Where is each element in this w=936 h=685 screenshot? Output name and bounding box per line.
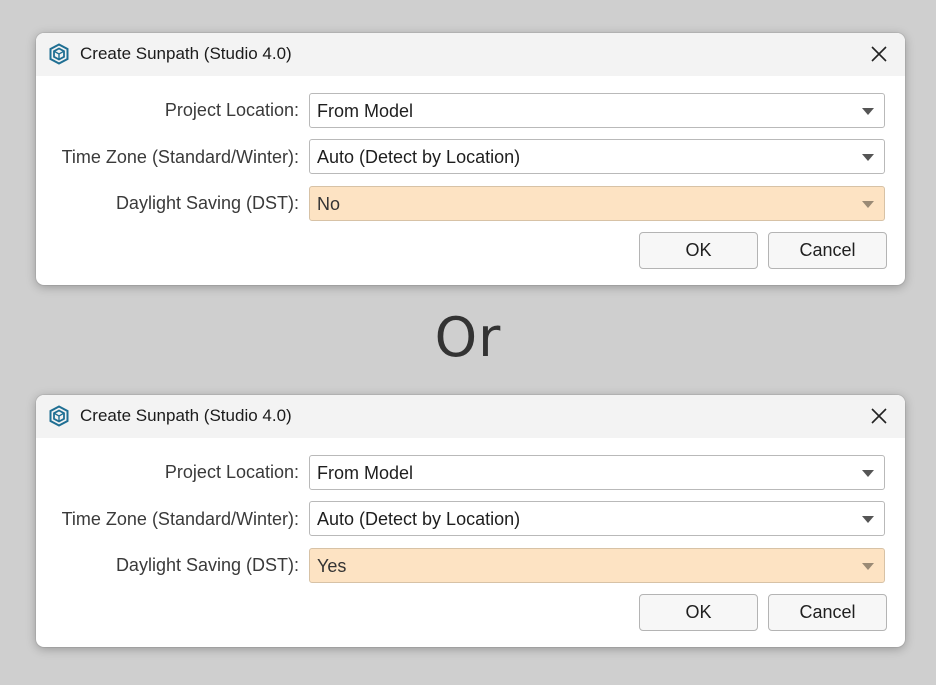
project-location-select[interactable]: From Model [309, 455, 885, 490]
close-icon [871, 46, 887, 62]
project-location-label: Project Location: [164, 462, 299, 482]
daylight-saving-label: Daylight Saving (DST): [115, 555, 299, 575]
daylight-saving-value: No [317, 194, 341, 214]
time-zone-value: Auto (Detect by Location) [317, 147, 521, 167]
chevron-down-icon [862, 470, 874, 477]
sketchup-logo-icon [48, 405, 70, 427]
ok-button[interactable]: OK [639, 232, 758, 269]
sketchup-logo-icon [48, 43, 70, 65]
sunpath-dialog-dst-no: Create Sunpath (Studio 4.0) Project Loca… [36, 33, 905, 285]
time-zone-label: Time Zone (Standard/Winter): [61, 147, 299, 167]
cancel-button[interactable]: Cancel [768, 232, 887, 269]
chevron-down-icon [862, 154, 874, 161]
sunpath-dialog-dst-yes: Create Sunpath (Studio 4.0) Project Loca… [36, 395, 905, 647]
project-location-select[interactable]: From Model [309, 93, 885, 128]
title-bar: Create Sunpath (Studio 4.0) [36, 33, 905, 76]
time-zone-label: Time Zone (Standard/Winter): [61, 509, 299, 529]
close-button[interactable] [865, 402, 893, 430]
chevron-down-icon [862, 516, 874, 523]
close-button[interactable] [865, 40, 893, 68]
dialog-title: Create Sunpath (Studio 4.0) [80, 406, 292, 425]
chevron-down-icon [862, 201, 874, 208]
time-zone-select[interactable]: Auto (Detect by Location) [309, 139, 885, 174]
or-separator: Or [434, 306, 502, 369]
time-zone-select[interactable]: Auto (Detect by Location) [309, 501, 885, 536]
project-location-value: From Model [317, 463, 414, 483]
chevron-down-icon [862, 563, 874, 570]
close-icon [871, 408, 887, 424]
cancel-button[interactable]: Cancel [768, 594, 887, 631]
title-bar: Create Sunpath (Studio 4.0) [36, 395, 905, 438]
daylight-saving-select[interactable]: Yes [309, 548, 885, 583]
time-zone-value: Auto (Detect by Location) [317, 509, 521, 529]
project-location-label: Project Location: [164, 100, 299, 120]
daylight-saving-select[interactable]: No [309, 186, 885, 221]
daylight-saving-label: Daylight Saving (DST): [115, 193, 299, 213]
daylight-saving-value: Yes [317, 556, 347, 576]
project-location-value: From Model [317, 101, 414, 121]
chevron-down-icon [862, 108, 874, 115]
ok-button[interactable]: OK [639, 594, 758, 631]
dialog-title: Create Sunpath (Studio 4.0) [80, 44, 292, 63]
